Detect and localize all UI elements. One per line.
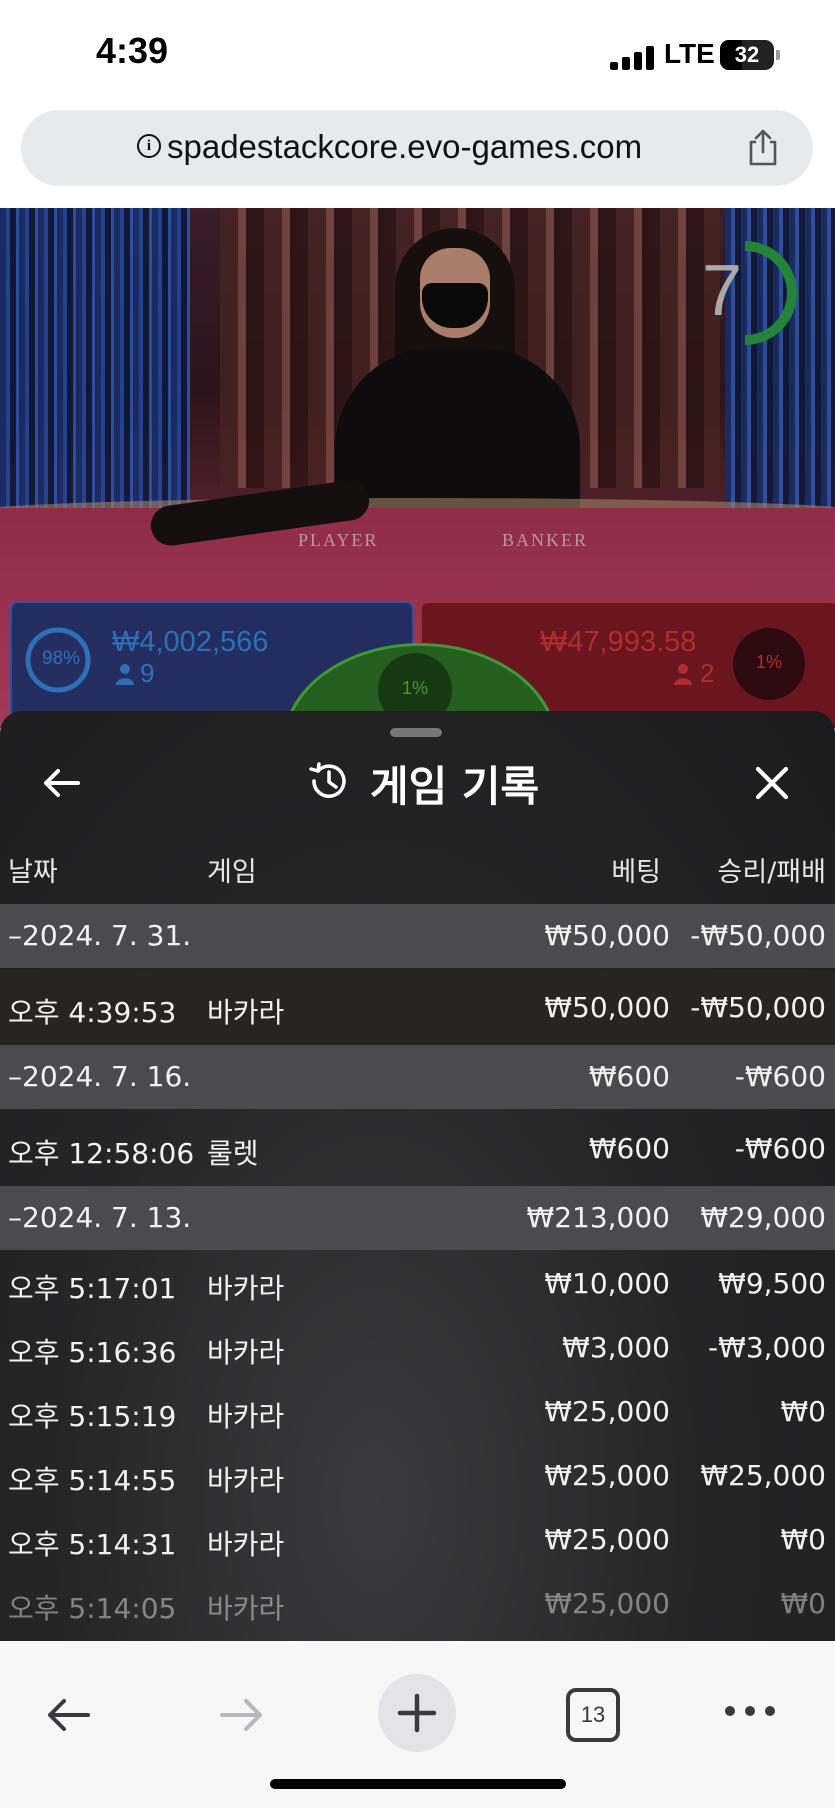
forward-arrow-icon[interactable] [216, 1689, 268, 1741]
history-row[interactable]: 오후 5:14:31 바카라 ₩25,000 ₩0 [0, 1508, 835, 1572]
history-icon [309, 762, 346, 798]
row-winloss: -₩50,000 [690, 919, 826, 952]
drag-handle[interactable] [390, 728, 442, 737]
row-time: 오후 5:17:01 [8, 1272, 177, 1305]
row-bet: ₩25,000 [544, 1395, 670, 1428]
row-game: 바카라 [207, 1592, 285, 1625]
row-game: 바카라 [207, 1464, 285, 1497]
network-type: LTE [664, 38, 715, 69]
history-row[interactable]: 오후 4:39:53 바카라 ₩50,000 -₩50,000 [0, 970, 835, 1045]
plus-icon [397, 1693, 437, 1733]
row-winloss: -₩3,000 [708, 1331, 826, 1364]
date-group-row[interactable]: –2024. 7. 31. ₩50,000 -₩50,000 [0, 904, 835, 968]
address-bar[interactable]: i spadestackcore.evo-games.com [21, 110, 813, 186]
status-bar: 4:39 LTE 32 [0, 0, 835, 108]
close-icon[interactable] [750, 761, 794, 805]
history-row[interactable]: 오후 5:16:36 바카라 ₩3,000 -₩3,000 [0, 1316, 835, 1380]
info-icon[interactable]: i [137, 134, 161, 158]
history-row[interactable]: 오후 5:14:55 바카라 ₩25,000 ₩25,000 [0, 1444, 835, 1508]
battery-level: 32 [734, 42, 760, 67]
row-game: 바카라 [207, 1400, 285, 1433]
date-group-row[interactable]: –2024. 7. 13. ₩213,000 ₩29,000 [0, 1186, 835, 1250]
row-winloss: ₩9,500 [718, 1267, 826, 1300]
row-bet: ₩600 [588, 1060, 670, 1093]
row-winloss: -₩600 [734, 1060, 826, 1093]
dim-overlay [0, 208, 835, 728]
share-icon[interactable] [743, 128, 783, 168]
browser-toolbar: 13 [0, 1641, 835, 1808]
row-time: 오후 5:14:31 [8, 1528, 177, 1561]
row-bet: ₩25,000 [544, 1459, 670, 1492]
new-tab-button[interactable] [378, 1674, 456, 1752]
row-time: 오후 5:15:19 [8, 1400, 177, 1433]
column-header-game: 게임 [207, 857, 257, 888]
row-date: –2024. 7. 13. [8, 1201, 192, 1234]
home-indicator [270, 1779, 566, 1789]
row-winloss: ₩0 [780, 1523, 827, 1556]
row-bet: ₩50,000 [544, 991, 670, 1024]
row-time: 오후 5:14:55 [8, 1464, 177, 1497]
url-text[interactable]: spadestackcore.evo-games.com [167, 128, 642, 166]
row-time: 오후 5:16:36 [8, 1336, 177, 1369]
tabs-icon[interactable]: 13 [566, 1688, 620, 1742]
row-winloss: ₩0 [780, 1587, 827, 1620]
history-row[interactable]: 오후 12:58:06 룰렛 ₩600 -₩600 [0, 1111, 835, 1186]
date-group-row[interactable]: –2024. 7. 16. ₩600 -₩600 [0, 1045, 835, 1109]
row-bet: ₩600 [588, 1132, 670, 1165]
row-game: 바카라 [207, 1336, 285, 1369]
back-arrow-icon[interactable] [40, 761, 84, 805]
row-date: –2024. 7. 31. [8, 919, 192, 952]
history-row[interactable]: 오후 5:14:05 바카라 ₩25,000 ₩0 [0, 1572, 835, 1636]
row-winloss: -₩50,000 [690, 991, 826, 1024]
game-history-sheet: 게임 기록 날짜 게임 베팅 승리/패배 –2024. 7. 31. ₩50,00… [0, 711, 835, 1641]
row-game: 바카라 [207, 1272, 285, 1305]
row-game: 바카라 [207, 1528, 285, 1561]
live-game-view: PLAYER BANKER 7 98% ₩4,002,566 9 ₩47,993… [0, 208, 835, 728]
row-bet: ₩3,000 [562, 1331, 670, 1364]
row-winloss: ₩25,000 [700, 1459, 826, 1492]
battery-tip [776, 50, 780, 60]
row-time: 오후 4:39:53 [8, 996, 177, 1029]
row-bet: ₩213,000 [526, 1201, 670, 1234]
row-bet: ₩50,000 [544, 919, 670, 952]
row-game: 바카라 [207, 996, 285, 1029]
row-winloss: ₩29,000 [700, 1201, 826, 1234]
row-time: 오후 12:58:06 [8, 1137, 195, 1170]
column-header-date: 날짜 [8, 857, 58, 888]
row-bet: ₩25,000 [544, 1587, 670, 1620]
row-time: 오후 5:14:05 [8, 1592, 177, 1625]
back-arrow-icon[interactable] [42, 1689, 94, 1741]
column-header-bet: 베팅 [611, 857, 661, 888]
row-bet: ₩25,000 [544, 1523, 670, 1556]
battery-icon: 32 [720, 40, 774, 70]
sheet-title: 게임 기록 [370, 762, 540, 811]
history-row[interactable]: 오후 5:17:01 바카라 ₩10,000 ₩9,500 [0, 1252, 835, 1316]
row-game: 룰렛 [207, 1137, 259, 1170]
row-winloss: ₩0 [780, 1395, 827, 1428]
history-row[interactable]: 오후 5:15:19 바카라 ₩25,000 ₩0 [0, 1380, 835, 1444]
signal-icon [610, 46, 656, 70]
column-header-winloss: 승리/패배 [717, 857, 826, 888]
row-winloss: -₩600 [734, 1132, 826, 1165]
more-icon[interactable] [724, 1701, 776, 1721]
status-time: 4:39 [96, 30, 169, 71]
row-date: –2024. 7. 16. [8, 1060, 192, 1093]
row-bet: ₩10,000 [544, 1267, 670, 1300]
